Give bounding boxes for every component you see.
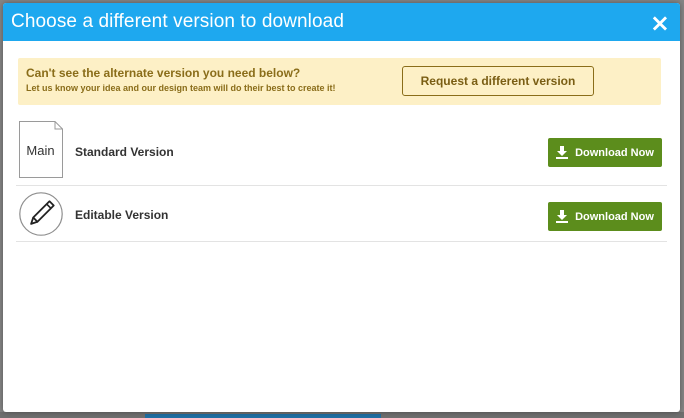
notice-subtitle: Let us know your idea and our design tea…: [26, 83, 336, 93]
notice-title: Can't see the alternate version you need…: [26, 66, 301, 80]
version-name: Editable Version: [75, 208, 169, 222]
download-now-button-standard[interactable]: Download Now: [548, 138, 662, 167]
download-button-label: Download Now: [575, 210, 654, 223]
download-version-modal: Choose a different version to download ×…: [3, 3, 680, 412]
alternate-version-notice: Can't see the alternate version you need…: [18, 58, 661, 105]
pencil-icon: [19, 192, 63, 236]
version-row-standard: Main Standard Version Download Now: [16, 118, 667, 186]
modal-header: Choose a different version to download ×: [3, 3, 680, 41]
download-now-button-editable[interactable]: Download Now: [548, 202, 662, 231]
download-icon: [556, 210, 569, 223]
modal-title: Choose a different version to download: [11, 11, 344, 32]
request-different-version-button[interactable]: Request a different version: [402, 66, 594, 96]
document-icon: Main: [19, 121, 63, 178]
download-icon: [556, 146, 569, 159]
document-thumb-label: Main: [26, 143, 55, 158]
background-accent-strip: [145, 414, 381, 418]
version-row-editable: Editable Version Download Now: [16, 186, 667, 242]
close-icon[interactable]: ×: [650, 11, 670, 35]
version-name: Standard Version: [75, 145, 174, 159]
download-button-label: Download Now: [575, 146, 654, 159]
